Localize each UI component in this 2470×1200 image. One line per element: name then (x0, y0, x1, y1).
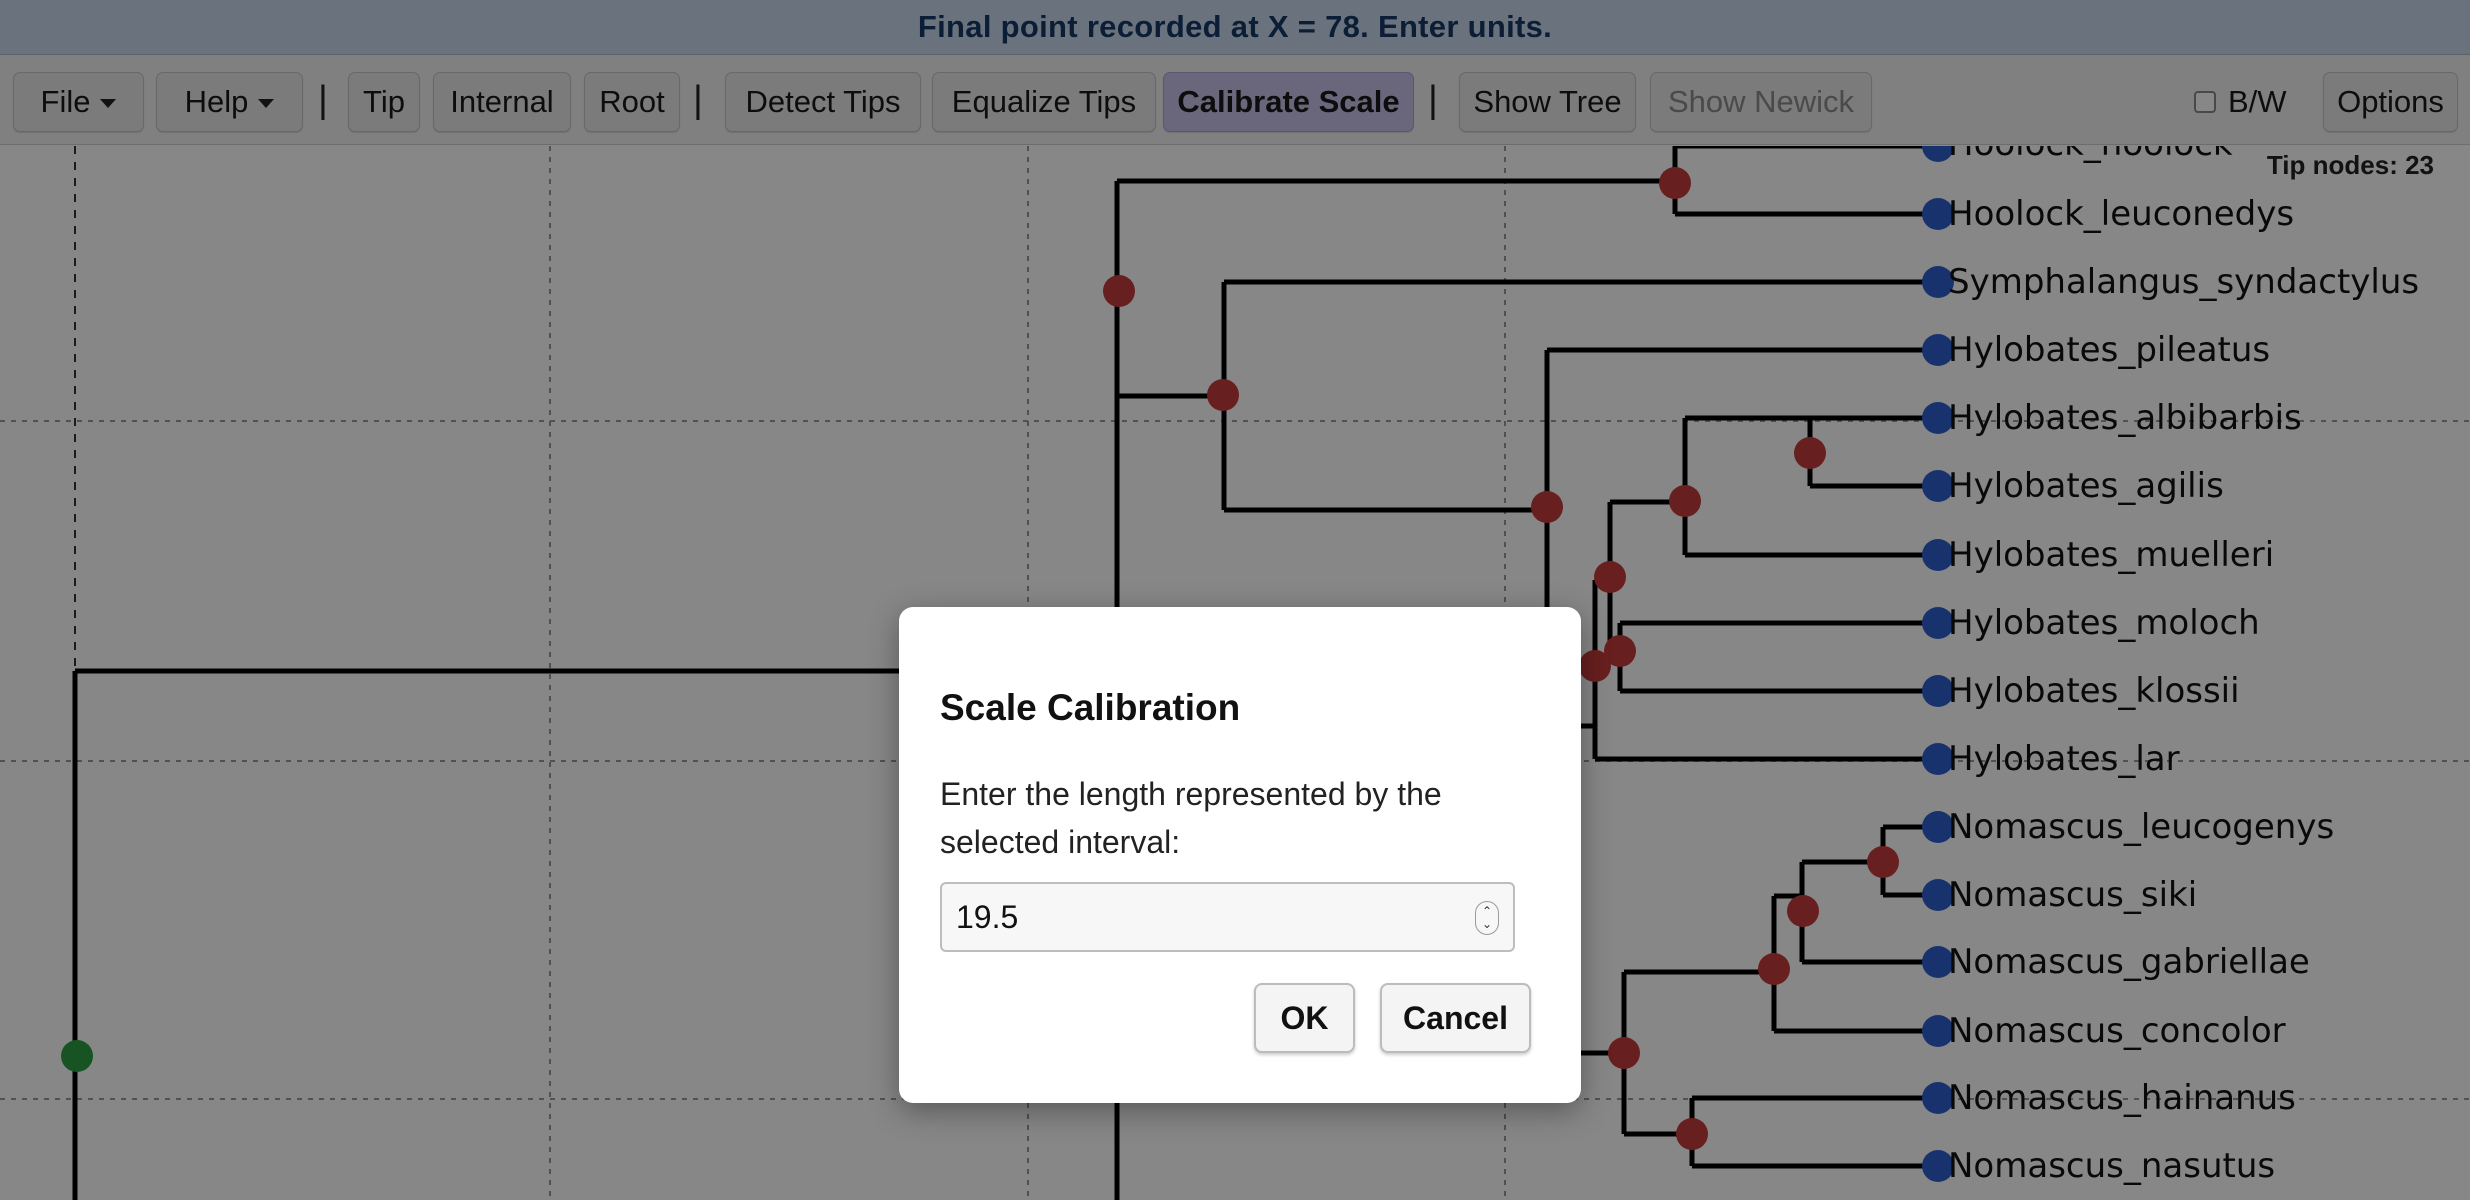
scale-calibration-dialog: Scale Calibration Enter the length repre… (899, 607, 1581, 1103)
length-input[interactable]: 19.5 ⌃ ⌄ (940, 882, 1515, 952)
length-input-value: 19.5 (956, 898, 1019, 935)
spinner-down-icon[interactable]: ⌄ (1482, 918, 1492, 931)
dialog-message: Enter the length represented by the sele… (940, 776, 1442, 860)
ok-button[interactable]: OK (1254, 983, 1355, 1053)
spinner-icon[interactable]: ⌃ ⌄ (1475, 901, 1499, 935)
cancel-button[interactable]: Cancel (1380, 983, 1531, 1053)
dialog-title: Scale Calibration (940, 687, 1241, 728)
